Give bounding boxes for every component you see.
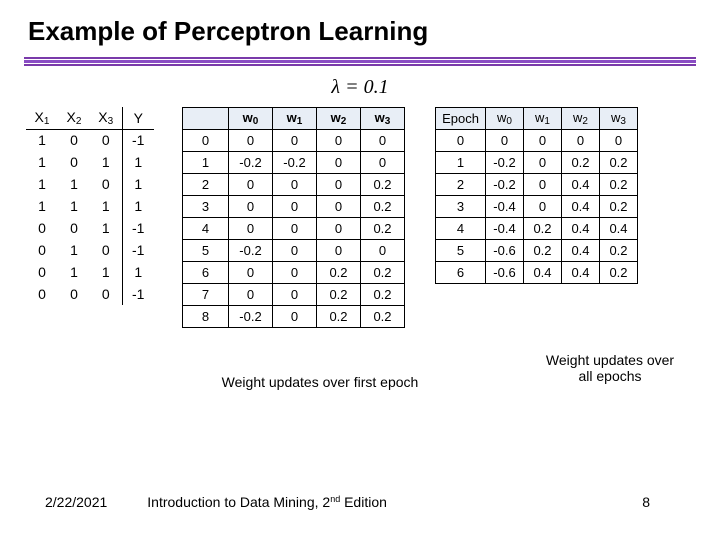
table-row: 1-0.2-0.200 <box>183 152 405 174</box>
tables-row: X1 X2 X3 Y 100-1 1011 1101 1111 001-1 01… <box>0 107 720 328</box>
table-row: 6-0.60.40.40.2 <box>436 262 638 284</box>
table-row: 2-0.200.40.2 <box>436 174 638 196</box>
col-w2: w2 <box>317 108 361 130</box>
col-w3: w3 <box>361 108 405 130</box>
table-row: 1101 <box>26 173 154 195</box>
col-x2: X2 <box>58 107 90 129</box>
col-epoch: Epoch <box>436 108 486 130</box>
table-row: 5-0.60.20.40.2 <box>436 240 638 262</box>
table-row: 30000.2 <box>183 196 405 218</box>
table-row: 00000 <box>183 130 405 152</box>
all-epochs-table: Epoch w0 w1 w2 w3 00000 1-0.200.20.2 2-0… <box>435 107 638 284</box>
col-w0: w0 <box>229 108 273 130</box>
table-row: 0111 <box>26 261 154 283</box>
table-row: 1111 <box>26 195 154 217</box>
training-data-table: X1 X2 X3 Y 100-1 1011 1101 1111 001-1 01… <box>26 107 154 305</box>
table-row: 001-1 <box>26 217 154 239</box>
slide-title: Example of Perceptron Learning <box>0 0 720 57</box>
table-row: 8-0.200.20.2 <box>183 306 405 328</box>
caption-all-epochs: Weight updates overall epochs <box>530 352 690 384</box>
col-w2: w2 <box>562 108 600 130</box>
lambda-label: λ = 0.1 <box>0 76 720 99</box>
table-row: 000-1 <box>26 283 154 305</box>
caption-first-epoch: Weight updates over first epoch <box>200 374 440 390</box>
col-w1: w1 <box>524 108 562 130</box>
col-w3: w3 <box>600 108 638 130</box>
first-epoch-table: w0 w1 w2 w3 00000 1-0.2-0.200 20000.2 30… <box>182 107 405 328</box>
footer-page-number: 8 <box>642 494 650 510</box>
table-row: 1-0.200.20.2 <box>436 152 638 174</box>
table-row: 010-1 <box>26 239 154 261</box>
title-underline <box>24 57 696 66</box>
table-row: 1011 <box>26 151 154 173</box>
col-w1: w1 <box>273 108 317 130</box>
col-x3: X3 <box>90 107 122 129</box>
slide-footer: 2/22/2021 Introduction to Data Mining, 2… <box>0 494 720 510</box>
table-row: 7000.20.2 <box>183 284 405 306</box>
table-row: 4-0.40.20.40.4 <box>436 218 638 240</box>
col-sample <box>183 108 229 130</box>
table-row: 5-0.2000 <box>183 240 405 262</box>
col-w0: w0 <box>486 108 524 130</box>
footer-book: Introduction to Data Mining, 2nd Edition <box>147 494 387 510</box>
col-y: Y <box>122 107 154 129</box>
table-row: 20000.2 <box>183 174 405 196</box>
table-row: 40000.2 <box>183 218 405 240</box>
table-row: 3-0.400.40.2 <box>436 196 638 218</box>
footer-date: 2/22/2021 <box>45 494 107 510</box>
col-x1: X1 <box>26 107 58 129</box>
table-row: 00000 <box>436 130 638 152</box>
table-row: 6000.20.2 <box>183 262 405 284</box>
table-row: 100-1 <box>26 129 154 151</box>
